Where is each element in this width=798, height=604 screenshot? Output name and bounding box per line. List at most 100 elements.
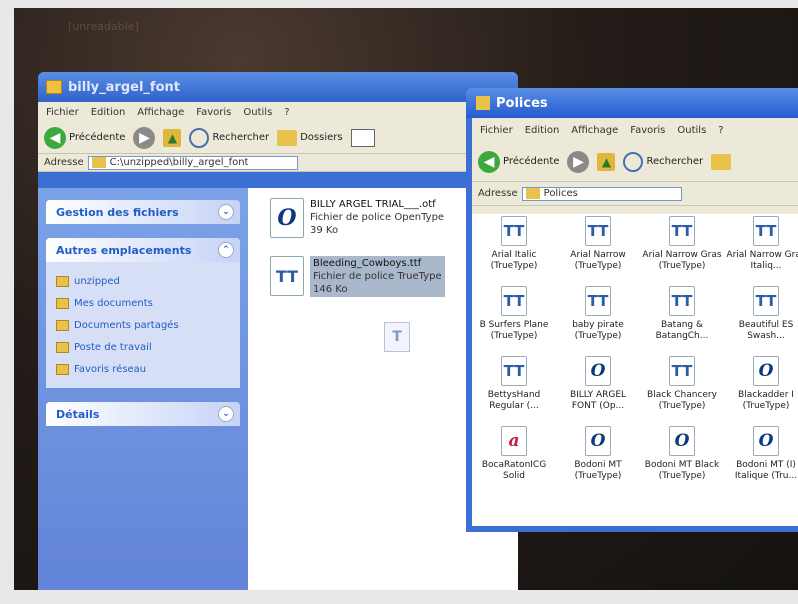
menu-item-help[interactable]: ? (284, 107, 289, 118)
font-label: Arial Narrow Gras (TrueType) (642, 250, 722, 271)
back-button[interactable]: ◀ Précédente (478, 150, 560, 173)
address-field[interactable]: C:\unzipped\billy_argel_font (87, 155, 298, 170)
menu-item-edit[interactable]: Edition (525, 125, 560, 136)
views-icon[interactable] (350, 128, 375, 147)
window-titlebar[interactable]: Polices (466, 88, 798, 118)
folder-up-icon[interactable]: ▲ (597, 152, 616, 171)
file-name: BILLY ARGEL TRIAL___.otf (310, 199, 436, 210)
file-item-selected[interactable]: TT Bleeding_Cowboys.ttf Fichier de polic… (270, 256, 445, 297)
font-item[interactable]: O BILLY ARGEL FONT (Op... (558, 356, 638, 412)
font-item[interactable]: O Blackadder I (TrueType) (726, 356, 798, 412)
font-label: Batang & BatangCh... (655, 320, 709, 341)
address-value: Polices (543, 188, 578, 199)
menu-item-view[interactable]: Affichage (571, 125, 618, 136)
toolbar: ◀ Précédente ▶ ▲ Rechercher Dossiers (38, 122, 518, 154)
font-label: Bodoni MT (TrueType) (574, 460, 622, 481)
forward-button[interactable]: ▶ (567, 150, 590, 173)
menu-item-file[interactable]: Fichier (46, 107, 79, 118)
folders-icon[interactable] (711, 153, 732, 170)
search-icon (623, 151, 644, 172)
opentype-font-icon: O (669, 426, 695, 456)
truetype-font-icon: TT (585, 286, 611, 316)
font-item[interactable]: TT B Surfers Plane (TrueType) (474, 286, 554, 342)
file-item[interactable]: O BILLY ARGEL TRIAL___.otf Fichier de po… (270, 198, 444, 238)
bitmap-font-icon: a (501, 426, 527, 456)
back-button[interactable]: ◀ Précédente (44, 126, 126, 149)
window-titlebar[interactable]: billy_argel_font (38, 72, 518, 102)
menu-item-tools[interactable]: Outils (243, 107, 272, 118)
toolbar: ◀ Précédente ▶ ▲ Rechercher (472, 142, 798, 182)
folders-button[interactable]: Dossiers (277, 129, 343, 146)
font-item[interactable]: TT baby pirate (TrueType) (558, 286, 638, 342)
place-link-my-computer[interactable]: Poste de travail (56, 336, 230, 358)
truetype-font-icon: TT (753, 216, 779, 246)
file-info: BILLY ARGEL TRIAL___.otf Fichier de poli… (310, 198, 444, 238)
opentype-font-icon: O (585, 356, 611, 386)
chevron-down-icon[interactable]: ⌄ (218, 204, 234, 220)
font-item[interactable]: TT Arial Narrow Gras Italiq... (726, 216, 798, 272)
font-item[interactable]: TT Batang & BatangCh... (642, 286, 722, 342)
font-item[interactable]: a BocaRatonICG Solid (474, 426, 554, 482)
place-link-network[interactable]: Favoris réseau (56, 358, 230, 380)
font-item[interactable]: TT Beautiful ES Swash... (726, 286, 798, 342)
menu-item-tools[interactable]: Outils (677, 125, 706, 136)
font-item[interactable]: TT Arial Narrow (TrueType) (558, 216, 638, 272)
place-link-my-documents[interactable]: Mes documents (56, 292, 230, 314)
computer-icon (56, 341, 69, 353)
back-button-label: Précédente (503, 156, 560, 167)
search-button-label: Rechercher (646, 156, 704, 167)
task-group-header[interactable]: Autres emplacements ⌃ (46, 238, 240, 262)
font-item[interactable]: O Bodoni MT (I) Italique (Tru... (726, 426, 798, 482)
opentype-font-icon: O (753, 356, 779, 386)
chevron-up-icon[interactable]: ⌃ (218, 242, 234, 258)
truetype-font-icon: TT (501, 356, 527, 386)
search-button[interactable]: Rechercher (623, 151, 704, 172)
back-button-label: Précédente (69, 132, 126, 143)
font-list: TT Arial Italic (TrueType) TT Arial Narrow… (472, 214, 798, 526)
font-item[interactable]: TT BettysHand Regular (... (474, 356, 554, 412)
font-item[interactable]: TT Arial Italic (TrueType) (474, 216, 554, 272)
search-button-label: Rechercher (212, 132, 270, 143)
task-group-header[interactable]: Détails ⌄ (46, 402, 240, 426)
task-group-body: unzipped Mes documents Documents partagé… (46, 262, 240, 388)
menu-item-view[interactable]: Affichage (137, 107, 184, 118)
folder-icon (91, 157, 106, 168)
truetype-font-icon: TT (669, 286, 695, 316)
font-item[interactable]: TT Black Chancery (TrueType) (642, 356, 722, 412)
file-info: Bleeding_Cowboys.ttf Fichier de police T… (310, 256, 445, 297)
task-group-title: Détails (56, 407, 100, 421)
address-label: Adresse (478, 188, 518, 199)
menu-bar: Fichier Edition Affichage Favoris Outils… (38, 102, 518, 122)
task-group-details: Détails ⌄ (46, 402, 240, 426)
font-item[interactable]: O Bodoni MT Black (TrueType) (642, 426, 722, 482)
forward-button[interactable]: ▶ (133, 126, 156, 149)
search-button[interactable]: Rechercher (189, 127, 270, 148)
place-link-unzipped[interactable]: unzipped (56, 270, 230, 292)
menu-item-file[interactable]: Fichier (480, 125, 513, 136)
menu-item-help[interactable]: ? (718, 125, 723, 136)
menu-item-edit[interactable]: Edition (91, 107, 126, 118)
folder-icon (476, 96, 490, 110)
menu-item-favorites[interactable]: Favoris (196, 107, 231, 118)
truetype-font-icon: TT (585, 216, 611, 246)
address-field[interactable]: Polices (521, 186, 682, 201)
font-item[interactable]: O Bodoni MT (TrueType) (558, 426, 638, 482)
documents-icon (56, 297, 69, 309)
place-link-shared-documents[interactable]: Documents partagés (56, 314, 230, 336)
photo-border-top (0, 0, 798, 8)
menu-item-favorites[interactable]: Favoris (630, 125, 665, 136)
address-bar: Adresse C:\unzipped\billy_argel_font (38, 154, 518, 172)
fonts-folder-icon (525, 188, 540, 199)
window-body: Fichier Edition Affichage Favoris Outils… (472, 118, 798, 526)
folder-icon (46, 80, 62, 94)
font-label: Arial Narrow Gras Italiq... (726, 250, 798, 271)
font-label: Bodoni MT Black (TrueType) (644, 460, 720, 481)
shared-folder-icon (56, 319, 69, 331)
explorer-window-billy-argel-font: billy_argel_font Fichier Edition Afficha… (38, 72, 518, 604)
folder-up-icon[interactable]: ▲ (163, 128, 182, 147)
address-label: Adresse (44, 157, 84, 168)
font-item[interactable]: TT Arial Narrow Gras (TrueType) (642, 216, 722, 272)
photo-border-bottom (14, 590, 798, 604)
task-group-header[interactable]: Gestion des fichiers ⌄ (46, 200, 240, 224)
chevron-down-icon[interactable]: ⌄ (218, 406, 234, 422)
